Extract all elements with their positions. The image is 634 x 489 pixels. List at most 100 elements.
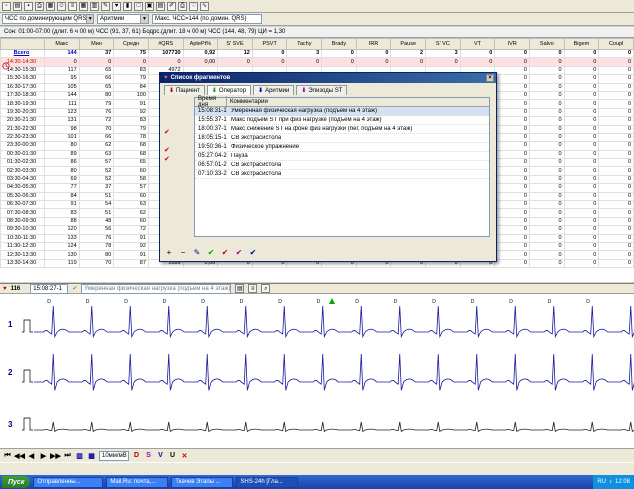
print-icon[interactable]: ⎙ <box>35 1 44 11</box>
save-icon[interactable]: ▪ <box>24 1 33 11</box>
note-icon[interactable]: ▤ <box>235 284 245 293</box>
check-icon[interactable]: ✔ <box>164 146 192 155</box>
check-icon[interactable]: ✔ <box>164 155 192 164</box>
tile-icon[interactable]: ▣ <box>145 1 154 11</box>
column-header[interactable]: Brady <box>321 38 357 50</box>
layout-icon[interactable]: ▥ <box>75 451 84 460</box>
next-icon[interactable]: ▶ <box>39 451 48 460</box>
row-time-cell[interactable]: 06:30-07:30 <box>0 200 45 210</box>
check-red-icon[interactable]: ✔ <box>220 247 230 257</box>
max-hr-select[interactable]: Макс. ЧСС=144 (по домин. QRS) <box>152 14 262 24</box>
fragment-row[interactable]: 15:55:37-1 Макс подъем ST при физ нагрузк… <box>195 116 489 125</box>
remove-icon[interactable]: − <box>178 247 188 257</box>
column-header[interactable]: Мин <box>78 38 115 50</box>
new-file-icon[interactable]: ▫ <box>2 1 11 11</box>
heart-icon[interactable]: ♥ <box>112 1 121 11</box>
fragment-list[interactable]: Время дня Комментарии 15:08:31-1 Умеренна… <box>194 96 490 237</box>
fragment-row[interactable]: 18:00:37-1 Макс снижение ST на фоне физ н… <box>195 125 489 134</box>
row-time-cell[interactable]: 18:30-19:30 <box>0 99 45 109</box>
dialog-titlebar[interactable]: ♥ Список фрагментов × <box>160 73 496 83</box>
fragment-row[interactable]: 07:10:33-2 СВ экстрасистола <box>195 170 489 179</box>
column-header[interactable]: S' SVE <box>217 38 253 50</box>
scale-select[interactable]: 10мм/мВ <box>99 450 129 461</box>
fragment-row[interactable]: 06:57:01-2 СВ экстрасистола <box>195 161 489 170</box>
row-time-cell[interactable]: 17:30-18:30 <box>0 90 45 101</box>
column-header[interactable]: IRR <box>355 38 392 50</box>
check-blue-icon[interactable]: ✔ <box>248 247 258 257</box>
patient-icon[interactable]: ☺ <box>57 1 66 11</box>
row-time-cell[interactable]: 23:30-00:30 <box>0 141 45 151</box>
table-icon[interactable]: ▦ <box>79 1 88 11</box>
u-marker-icon[interactable]: U <box>168 451 177 460</box>
chevron-down-icon[interactable]: ▼ <box>86 15 93 23</box>
tab-operator[interactable]: ⬇ Оператор <box>206 85 252 95</box>
language-indicator[interactable]: RU <box>597 479 606 485</box>
ecg-icon[interactable]: ∿ <box>200 1 209 11</box>
hand-icon[interactable]: ☜ <box>189 1 198 11</box>
row-time-cell[interactable]: 13:30-14:30 <box>0 258 45 269</box>
task-button[interactable]: Mail.Ru: почта,... <box>106 476 169 488</box>
row-time-cell[interactable]: 00:30-01:30 <box>0 149 45 160</box>
row-time-cell[interactable]: Всего <box>0 48 45 59</box>
chevron-down-icon[interactable]: ▼ <box>140 15 148 23</box>
check-green-icon[interactable]: ✔ <box>206 247 216 257</box>
check-icon[interactable]: ✔ <box>164 128 192 137</box>
row-time-cell[interactable]: 04:30-05:30 <box>0 183 45 193</box>
row-time-cell[interactable]: 08:30-09:30 <box>0 216 45 227</box>
column-header[interactable] <box>0 38 45 50</box>
column-header[interactable]: Tachy <box>286 38 323 50</box>
open-folder-icon[interactable]: ▤ <box>13 1 22 11</box>
window-icon[interactable]: □ <box>134 1 143 11</box>
pencil-icon[interactable]: ✎ <box>101 1 110 11</box>
table-row[interactable]: Всего 144 37 75 107730 0,92 12 0 3 0 0 2 3 0 0 0 0 0 <box>0 48 634 59</box>
check-icon[interactable]: ✔ <box>72 285 77 292</box>
fragment-row[interactable]: 19:50:36-1 Физическое упражнение <box>195 143 489 152</box>
column-header[interactable]: Макс <box>44 38 80 50</box>
table-row[interactable]: 14:30-14:30 0 0 0 0 0,00 0 0 0 0 0 0 0 0 0 0 0 0 <box>0 57 634 67</box>
row-time-cell[interactable]: 01:30-02:30 <box>0 158 45 168</box>
fragment-note-field[interactable]: Умеренная физическая нагрузка (подъем на… <box>81 283 232 294</box>
column-header[interactable]: АрtePt% <box>182 38 219 50</box>
arrhythmia-select[interactable]: Аритмии ▼ <box>97 14 149 24</box>
grid-icon[interactable]: ▦ <box>46 1 55 11</box>
row-time-cell[interactable]: 09:30-10:30 <box>0 225 45 235</box>
v-marker-icon[interactable]: V <box>156 451 165 460</box>
column-header[interactable]: PSVT <box>251 38 288 50</box>
fragment-row[interactable]: 18:05:15-1 СВ экстрасистола <box>195 134 489 143</box>
task-button-active[interactable]: SHS-24h [Гла... <box>236 476 299 488</box>
report-icon[interactable]: ▤ <box>156 1 165 11</box>
task-button[interactable]: Отправленны... <box>33 476 104 488</box>
row-time-cell[interactable]: 12:30-13:30 <box>0 250 45 260</box>
column-header[interactable]: S' VC <box>425 38 461 50</box>
list-icon[interactable]: ≡ <box>68 1 77 11</box>
speaker-icon[interactable]: ♪ <box>609 479 612 485</box>
column-header[interactable]: #QRS <box>147 38 184 50</box>
row-time-cell[interactable]: 16:30-17:30 <box>0 82 45 92</box>
row-time-cell[interactable]: 20:30-21:30 <box>0 116 45 126</box>
row-time-cell[interactable]: 22:30-23:30 <box>0 132 45 143</box>
check-purple-icon[interactable]: ✔ <box>234 247 244 257</box>
column-header[interactable]: Pause <box>390 38 427 50</box>
column-header[interactable]: IVR <box>494 38 530 50</box>
task-button[interactable]: Ткачев Этапы ... <box>171 476 234 488</box>
fragment-row[interactable]: 05:27:04-2 Пауза <box>195 152 489 161</box>
start-button[interactable]: Пуск <box>2 476 31 488</box>
current-position-marker[interactable] <box>329 298 335 304</box>
tab-patient[interactable]: ⬇ Пациент <box>164 85 205 95</box>
column-header[interactable]: Salvo <box>528 38 565 50</box>
first-icon[interactable]: ⏮ <box>3 451 12 460</box>
fragment-list-dialog[interactable]: ♥ Список фрагментов × ⬇ Пациент ⬇ Оператор… <box>159 72 497 262</box>
tab-st-episodes[interactable]: ⬇ Эпизоды ST <box>296 85 348 95</box>
pen-icon[interactable]: ✐ <box>167 1 176 11</box>
list-icon[interactable]: ≡ <box>248 284 258 293</box>
hr-filter-select[interactable]: ЧСС по доминирующим QRS ▼ <box>2 14 94 24</box>
prev-icon[interactable]: ◀ <box>27 451 36 460</box>
row-time-cell[interactable]: 05:30-06:30 <box>0 191 45 202</box>
row-time-cell[interactable]: 07:30-08:30 <box>0 208 45 218</box>
column-header[interactable]: VT <box>459 38 496 50</box>
row-time-cell[interactable]: 03:30-04:30 <box>0 174 45 185</box>
grid-icon[interactable]: ▦ <box>87 451 96 460</box>
bars-icon[interactable]: ▮ <box>123 1 132 11</box>
prev-page-icon[interactable]: ◀◀ <box>14 451 25 460</box>
close-icon[interactable]: × <box>486 74 494 82</box>
